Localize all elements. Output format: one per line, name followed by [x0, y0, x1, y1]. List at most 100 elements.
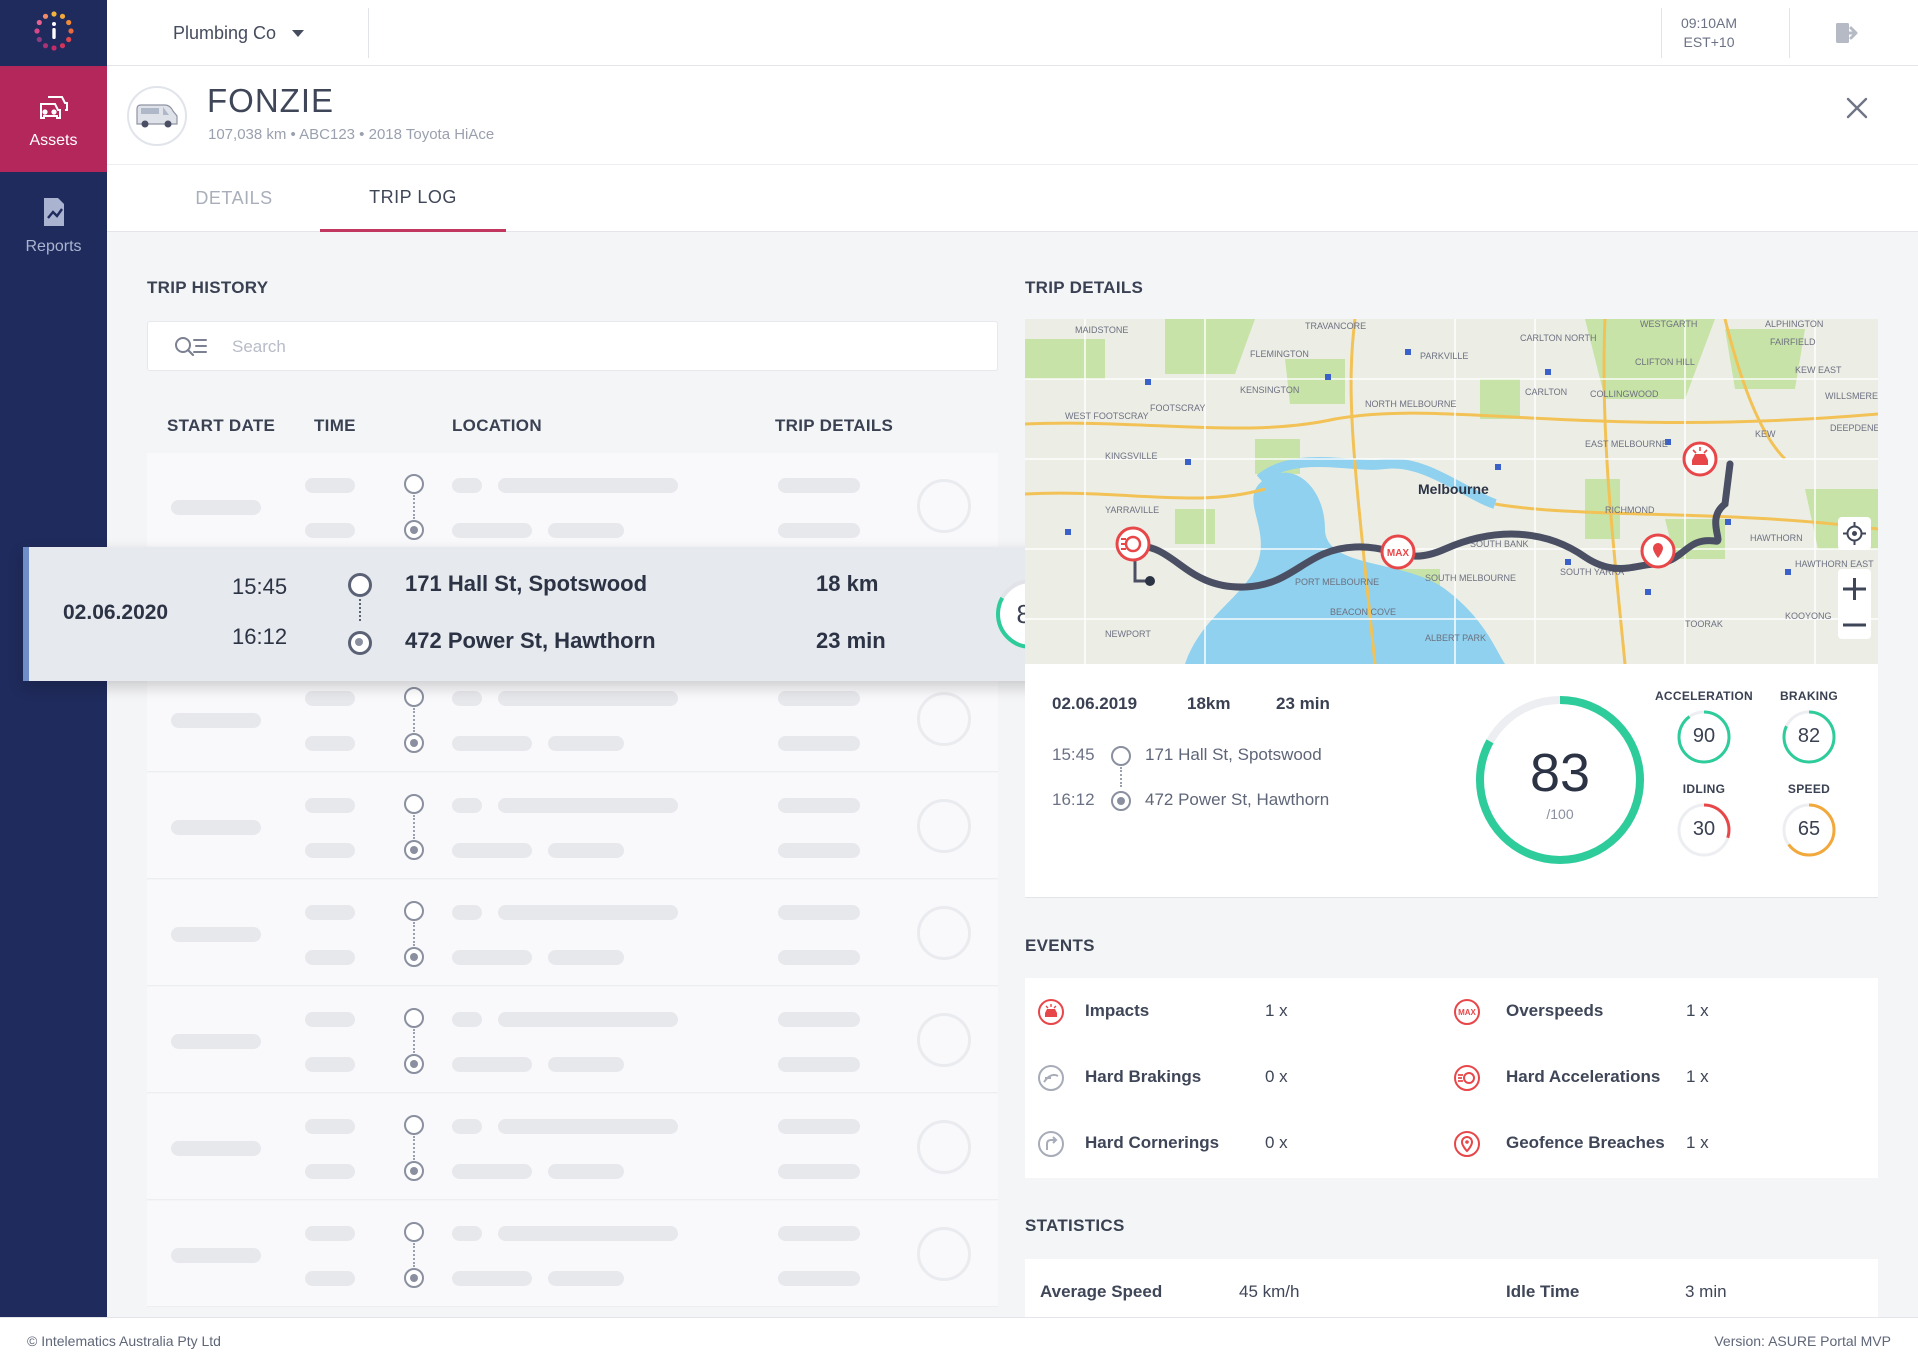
summary-end-time: 16:12 [1052, 790, 1095, 809]
end-point-icon [348, 631, 372, 655]
trip-row-placeholder[interactable] [147, 773, 998, 879]
start-point-icon [404, 794, 424, 814]
skeleton-bar [498, 691, 678, 706]
geofence-marker[interactable] [1640, 533, 1676, 569]
trip-row-placeholder[interactable] [147, 666, 998, 772]
column-header-time[interactable]: TIME [314, 416, 356, 436]
skeleton-bar [452, 736, 532, 751]
sub-score-label: IDLING [1682, 782, 1726, 796]
skeleton-bar [778, 1164, 860, 1179]
score-ring-placeholder [917, 1227, 971, 1281]
search-input[interactable]: Search [147, 321, 998, 371]
sidebar-item-assets[interactable]: Assets [0, 66, 107, 172]
divider [1661, 8, 1662, 58]
close-icon[interactable] [1840, 91, 1874, 125]
svg-text:WILLSMERE: WILLSMERE [1825, 391, 1878, 401]
footer: © Intelematics Australia Pty Ltd Version… [0, 1317, 1918, 1364]
column-header-location[interactable]: LOCATION [452, 416, 542, 436]
skeleton-bar [452, 1226, 482, 1241]
event-count: 0 x [1265, 1067, 1288, 1086]
svg-text:RICHMOND: RICHMOND [1605, 505, 1655, 515]
start-point-icon [404, 687, 424, 707]
event-count: 1 x [1686, 1067, 1709, 1086]
sidebar-item-reports[interactable]: Reports [0, 172, 107, 278]
skeleton-bar [778, 478, 860, 493]
skeleton-bar [778, 843, 860, 858]
trip-row-placeholder[interactable] [147, 987, 998, 1093]
summary-end-location: 472 Power St, Hawthorn [1145, 790, 1330, 809]
version: Version: ASURE Portal MVP [1714, 1333, 1891, 1349]
sub-score-label: ACCELERATION [1654, 689, 1754, 703]
end-point-icon [404, 947, 424, 967]
svg-text:TRAVANCORE: TRAVANCORE [1305, 321, 1366, 331]
svg-text:CLIFTON HILL: CLIFTON HILL [1635, 357, 1695, 367]
skeleton-bar [548, 1164, 624, 1179]
tab-details[interactable]: DETAILS [164, 165, 304, 232]
skeleton-bar [452, 1164, 532, 1179]
skeleton-bar [548, 1271, 624, 1286]
end-point-icon [404, 1268, 424, 1288]
hard-acceleration-icon [1454, 1065, 1480, 1091]
skeleton-bar [305, 1271, 355, 1286]
events-panel: Impacts 1 x MAX Overspeeds 1 x Hard Brakings 0… [1025, 978, 1878, 1178]
company-selector[interactable]: Plumbing Co [173, 0, 305, 66]
sub-score-value: 90 [1692, 725, 1716, 747]
trip-start-location: 171 Hall St, Spotswood [405, 571, 648, 596]
end-point-icon [404, 1054, 424, 1074]
route-connector [413, 922, 415, 946]
hard-acceleration-marker[interactable] [1115, 526, 1151, 562]
svg-text:KINGSVILLE: KINGSVILLE [1105, 451, 1158, 461]
skeleton-bar [305, 1012, 355, 1027]
score-ring-placeholder [917, 799, 971, 853]
trip-map[interactable]: MAIDSTONE TRAVANCORE CARLTON NORTH WESTG… [1025, 319, 1878, 664]
start-point-icon [404, 474, 424, 494]
skeleton-bar [778, 950, 860, 965]
end-point-icon [404, 733, 424, 753]
skeleton-bar [778, 691, 860, 706]
skeleton-bar [778, 523, 860, 538]
sub-score-value: 65 [1797, 818, 1821, 840]
clock-timezone: EST+10 [1683, 34, 1735, 50]
sub-score-value: 30 [1692, 818, 1716, 840]
overspeed-marker[interactable]: MAX [1380, 534, 1416, 570]
vehicle-avatar [127, 86, 187, 146]
skeleton-bar [778, 905, 860, 920]
clock-time: 09:10AM [1680, 15, 1738, 31]
column-header-start-date[interactable]: START DATE [167, 416, 275, 436]
skeleton-bar [171, 713, 261, 728]
svg-text:SOUTH MELBOURNE: SOUTH MELBOURNE [1425, 573, 1516, 583]
svg-text:WESTGARTH: WESTGARTH [1640, 319, 1697, 329]
selected-trip-row[interactable]: 02.06.2020 15:45 16:12 171 Hall St, Spot… [23, 547, 1097, 681]
app-logo[interactable] [0, 0, 107, 66]
route-connector [359, 599, 361, 621]
trip-row-placeholder[interactable] [147, 1094, 998, 1200]
trip-row-placeholder[interactable] [147, 453, 998, 559]
svg-text:MAIDSTONE: MAIDSTONE [1075, 325, 1128, 335]
trip-row-placeholder[interactable] [147, 880, 998, 986]
skeleton-bar [778, 1012, 860, 1027]
svg-text:TOORAK: TOORAK [1685, 619, 1723, 629]
event-label: Hard Cornerings [1085, 1133, 1220, 1152]
geofence-icon [1454, 1131, 1480, 1157]
trip-row-placeholder[interactable] [147, 1201, 998, 1307]
hard-braking-icon [1038, 1065, 1064, 1091]
column-header-trip-details[interactable]: TRIP DETAILS [775, 416, 893, 436]
sub-score-label: BRAKING [1779, 689, 1839, 703]
trip-summary-panel: 02.06.2019 18km 23 min 15:45 16:12 171 H… [1025, 664, 1878, 898]
route-connector [413, 708, 415, 732]
skeleton-bar [305, 691, 355, 706]
event-count: 0 x [1265, 1133, 1288, 1152]
svg-text:KOOYONG: KOOYONG [1785, 611, 1832, 621]
start-point-icon [404, 901, 424, 921]
svg-text:ALPHINGTON: ALPHINGTON [1765, 319, 1823, 329]
route-connector [413, 1136, 415, 1160]
skeleton-bar [498, 905, 678, 920]
copyright: © Intelematics Australia Pty Ltd [27, 1333, 221, 1349]
skeleton-bar [498, 1012, 678, 1027]
stat-label-average-speed: Average Speed [1040, 1282, 1163, 1301]
impact-marker[interactable] [1682, 441, 1718, 477]
score-ring-placeholder [917, 479, 971, 533]
tab-trip-log[interactable]: TRIP LOG [320, 165, 506, 232]
logout-icon[interactable] [1834, 20, 1860, 46]
skeleton-bar [171, 927, 261, 942]
